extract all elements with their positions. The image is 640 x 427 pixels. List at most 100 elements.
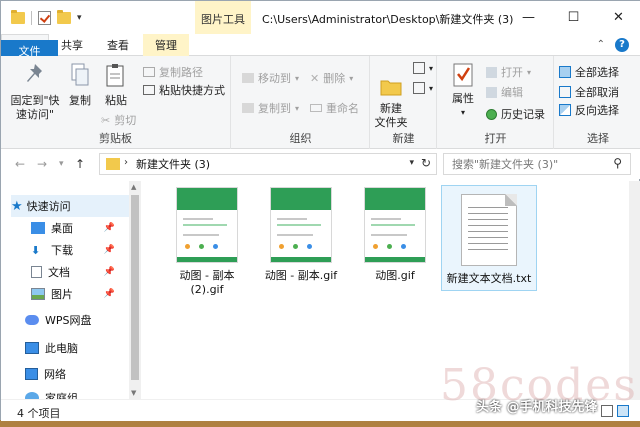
- nav-wps-cloud[interactable]: WPS网盘: [25, 309, 92, 331]
- desktop-icon: [31, 222, 45, 234]
- paste-button[interactable]: 粘贴: [101, 62, 131, 108]
- gif-thumbnail: [270, 187, 332, 263]
- invert-selection-button[interactable]: 反向选择: [559, 102, 619, 118]
- gif-thumbnail: [364, 187, 426, 263]
- back-arrow-icon[interactable]: ←: [15, 157, 25, 171]
- cut-button[interactable]: ✂ 剪切: [101, 112, 136, 128]
- pinned-icon: 📌: [103, 245, 115, 255]
- nav-quick-access-label: 快速访问: [26, 200, 71, 213]
- copy-label: 复制: [69, 94, 91, 107]
- file-item-selected[interactable]: 新建文本文档.txt: [441, 185, 537, 291]
- nav-wps-cloud-label: WPS网盘: [45, 314, 92, 327]
- move-to-dropdown-icon: ▾: [295, 73, 300, 83]
- tab-manage[interactable]: 管理: [143, 34, 189, 56]
- open-button[interactable]: 打开 ▾: [486, 64, 531, 80]
- new-folder-icon[interactable]: [57, 9, 71, 24]
- ribbon: 固定到"快速访问" 复制 粘贴 复制路径 粘贴快捷方式 ✂ 剪切 剪贴板 移动到…: [1, 56, 640, 149]
- address-field[interactable]: › 新建文件夹 (3) ▾ ↻: [99, 153, 437, 175]
- navigation-scroll-thumb[interactable]: [131, 195, 139, 380]
- paste-label: 粘贴: [105, 94, 127, 107]
- folder-icon[interactable]: [11, 9, 25, 24]
- tab-right-controls: ⌃ ?: [597, 34, 640, 55]
- search-input[interactable]: 搜索"新建文件夹 (3)" ⚲: [443, 153, 631, 175]
- maximize-button[interactable]: ☐: [551, 1, 596, 34]
- title-bar: ▾ 图片工具 C:\Users\Administrator\Desktop\新建…: [1, 1, 640, 34]
- file-name: 新建文本文档.txt: [446, 272, 532, 285]
- search-placeholder: 搜索"新建文件夹 (3)": [452, 158, 559, 171]
- select-all-icon: [559, 66, 571, 78]
- file-name: 动图 - 副本.gif: [264, 269, 338, 282]
- computer-icon: [25, 342, 39, 354]
- customize-dropdown-icon[interactable]: ▾: [77, 13, 82, 23]
- nav-pictures-label: 图片: [51, 288, 73, 301]
- paste-shortcut-button[interactable]: 粘贴快捷方式: [143, 82, 225, 98]
- new-item-button[interactable]: ▾: [413, 62, 433, 74]
- window-controls: — ☐ ✕: [506, 1, 640, 34]
- paste-shortcut-label: 粘贴快捷方式: [159, 84, 225, 97]
- close-button[interactable]: ✕: [596, 1, 640, 34]
- properties-icon[interactable]: [38, 10, 51, 25]
- window-title: C:\Users\Administrator\Desktop\新建文件夹 (3): [262, 13, 514, 26]
- pin-quick-access-button[interactable]: 固定到"快速访问": [7, 62, 63, 122]
- navigation-scrollbar[interactable]: ▲ ▼: [129, 181, 141, 399]
- nav-network[interactable]: 网络: [25, 363, 66, 385]
- gif-thumbnail: [176, 187, 238, 263]
- tab-view[interactable]: 查看: [95, 34, 141, 56]
- rename-button[interactable]: 重命名: [310, 100, 359, 116]
- edit-label: 编辑: [501, 86, 523, 99]
- file-item[interactable]: 动图 - 副本 (2).gif: [161, 187, 253, 297]
- nav-network-label: 网络: [44, 368, 66, 381]
- move-to-button[interactable]: 移动到 ▾: [242, 70, 299, 86]
- address-dropdown-icon[interactable]: ▾: [409, 158, 414, 168]
- search-icon: ⚲: [613, 156, 622, 170]
- edit-icon: [486, 86, 497, 98]
- select-all-button[interactable]: 全部选择: [559, 64, 619, 80]
- refresh-icon[interactable]: ↻: [421, 156, 431, 170]
- homegroup-icon: [25, 392, 39, 399]
- pin-quick-access-label: 固定到"快速访问": [10, 94, 60, 121]
- copy-button[interactable]: 复制: [65, 62, 95, 108]
- file-name: 动图 - 副本 (2).gif: [179, 269, 235, 296]
- new-group: 新建 文件夹 ▾ ▾ 新建: [371, 56, 437, 149]
- new-folder-icon: [380, 80, 402, 96]
- nav-desktop[interactable]: 桌面 📌: [31, 217, 129, 239]
- nav-this-pc[interactable]: 此电脑: [25, 337, 78, 359]
- address-bar-row: ← → ▾ ↑ › 新建文件夹 (3) ▾ ↻ 搜索"新建文件夹 (3)" ⚲: [1, 149, 640, 179]
- minimize-button[interactable]: —: [506, 1, 551, 34]
- copy-path-button[interactable]: 复制路径: [143, 64, 203, 80]
- paste-icon: [106, 64, 124, 87]
- pinned-icon: 📌: [103, 223, 115, 233]
- nav-pictures[interactable]: 图片 📌: [31, 283, 129, 305]
- pinned-icon: 📌: [103, 289, 115, 299]
- collapse-ribbon-icon[interactable]: ⌃: [597, 39, 605, 50]
- up-arrow-icon[interactable]: ↑: [75, 157, 85, 171]
- delete-button[interactable]: ✕ 删除 ▾: [310, 70, 353, 86]
- rename-icon: [310, 104, 322, 112]
- nav-downloads[interactable]: ⬇ 下载 📌: [31, 239, 129, 261]
- file-item[interactable]: 动图.gif: [349, 187, 441, 283]
- nav-homegroup[interactable]: 家庭组: [25, 387, 78, 399]
- nav-documents-label: 文档: [48, 266, 70, 279]
- scroll-down-icon[interactable]: ▼: [131, 389, 136, 397]
- nav-quick-access[interactable]: ★ 快速访问: [11, 195, 129, 217]
- scroll-up-icon[interactable]: ▲: [131, 183, 136, 191]
- history-button[interactable]: 历史记录: [486, 106, 545, 122]
- file-name: 动图.gif: [375, 269, 415, 282]
- file-item[interactable]: 动图 - 副本.gif: [255, 187, 347, 283]
- picture-tools-context-header: 图片工具: [195, 1, 251, 34]
- forward-arrow-icon[interactable]: →: [37, 157, 47, 171]
- recent-locations-icon[interactable]: ▾: [59, 159, 64, 169]
- breadcrumb-current[interactable]: 新建文件夹 (3): [136, 156, 210, 172]
- nav-downloads-label: 下载: [51, 244, 73, 257]
- paste-shortcut-icon: [143, 85, 155, 95]
- copy-to-button[interactable]: 复制到 ▾: [242, 100, 299, 116]
- edit-button[interactable]: 编辑: [486, 84, 523, 100]
- organize-group-label: 组织: [289, 132, 312, 145]
- select-none-button[interactable]: 全部取消: [559, 84, 619, 100]
- easy-access-button[interactable]: ▾: [413, 82, 433, 94]
- properties-button[interactable]: 属性 ▾: [446, 62, 480, 120]
- nav-documents[interactable]: 文档 📌: [31, 261, 129, 283]
- easy-access-icon: [413, 82, 425, 94]
- help-icon[interactable]: ?: [615, 37, 629, 52]
- scissors-icon: ✂: [101, 113, 111, 127]
